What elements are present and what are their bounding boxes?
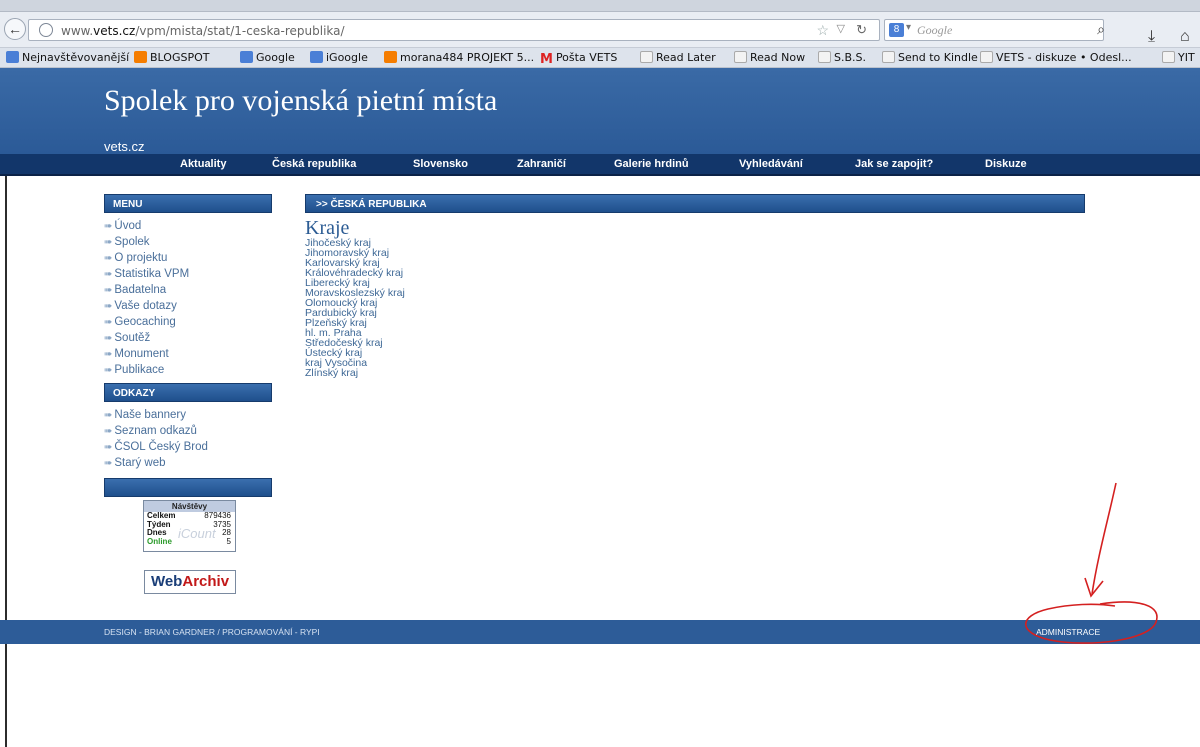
url-text: www.vets.cz/vpm/mista/stat/1-ceska-repub… [61, 24, 345, 38]
arrow-icon: ➠ [104, 285, 113, 296]
address-bar[interactable]: www.vets.cz/vpm/mista/stat/1-ceska-repub… [28, 19, 880, 41]
bookmark-star-icon[interactable]: ☆ [816, 22, 829, 39]
arrow-icon: ➠ [104, 333, 113, 344]
links-item[interactable]: ➠ Seznam odkazů [104, 425, 197, 437]
main-navigation: Aktuality Česká republika Slovensko Zahr… [0, 154, 1200, 176]
arrow-icon: ➠ [104, 458, 113, 469]
back-arrow-icon[interactable]: ← [4, 18, 26, 40]
page-icon [980, 51, 993, 63]
blogger-icon [384, 51, 397, 63]
menu-heading: MENU [104, 194, 272, 213]
arrow-icon: ➠ [104, 269, 113, 280]
links-item[interactable]: ➠ Starý web [104, 457, 166, 469]
menu-item[interactable]: ➠ Geocaching [104, 316, 176, 328]
links-item[interactable]: ➠ Naše bannery [104, 409, 186, 421]
site-title[interactable]: Spolek pro vojenská pietní místa [104, 86, 544, 116]
arrow-icon: ➠ [104, 349, 113, 360]
menu-item[interactable]: ➠ Úvod [104, 220, 141, 232]
page-icon [1162, 51, 1175, 63]
tab-strip [0, 0, 1200, 12]
arrow-icon: ➠ [104, 237, 113, 248]
arrow-icon: ➠ [104, 317, 113, 328]
page-icon [640, 51, 653, 63]
search-box[interactable]: 8 ▾ Google ⌕ [884, 19, 1105, 41]
menu-item[interactable]: ➠ Soutěž [104, 332, 150, 344]
admin-link[interactable]: ADMINISTRACE [1036, 627, 1100, 637]
arrow-icon: ➠ [104, 221, 113, 232]
page-icon [818, 51, 831, 63]
menu-item[interactable]: ➠ Monument [104, 348, 169, 360]
menu-item[interactable]: ➠ Publikace [104, 364, 164, 376]
annotation-arrow-head [1084, 577, 1104, 598]
links-heading: ODKAZY [104, 383, 272, 402]
google-engine-icon[interactable]: 8 [889, 23, 904, 37]
browser-window: ← www.vets.cz/vpm/mista/stat/1-ceska-rep… [0, 0, 1200, 747]
bookmark-item[interactable]: VETS - diskuze • Odesl... [980, 51, 1132, 65]
arrow-icon: ➠ [104, 426, 113, 437]
page-icon [734, 51, 747, 63]
gmail-icon: M [540, 52, 553, 67]
nav-slovensko[interactable]: Slovensko [413, 158, 468, 170]
engine-dropdown-icon[interactable]: ▾ [906, 22, 911, 33]
bookmark-item[interactable]: YIT [1162, 51, 1195, 65]
empty-heading [104, 478, 272, 497]
google-icon [240, 51, 253, 63]
nav-diskuze[interactable]: Diskuze [985, 158, 1027, 170]
bookmark-item[interactable]: M Pošta VETS [540, 51, 617, 67]
history-dropdown-icon[interactable]: ▽ [837, 22, 845, 35]
bookmarks-toolbar: Nejnavštěvovanější BLOGSPOT Google iGoog… [0, 48, 1200, 68]
counter-row: Online 5 [147, 536, 231, 546]
menu-item[interactable]: ➠ O projektu [104, 252, 167, 264]
region-link[interactable]: Zlínský kraj [305, 368, 405, 379]
bookmark-item[interactable]: Google [240, 51, 295, 65]
bookmark-item[interactable]: Read Later [640, 51, 716, 65]
menu-item[interactable]: ➠ Spolek [104, 236, 150, 248]
menu-item[interactable]: ➠ Statistika VPM [104, 268, 189, 280]
reload-icon[interactable]: ↻ [856, 22, 867, 38]
globe-icon [39, 23, 53, 37]
bookmark-item[interactable]: morana484 PROJEKT 5... [384, 51, 534, 65]
nav-galerie-hrdinu[interactable]: Galerie hrdinů [614, 158, 689, 170]
nav-aktuality[interactable]: Aktuality [180, 158, 226, 170]
nav-vyhledavani[interactable]: Vyhledávání [739, 158, 803, 170]
site-domain: vets.cz [104, 139, 145, 154]
arrow-icon: ➠ [104, 253, 113, 264]
arrow-icon: ➠ [104, 442, 113, 453]
search-placeholder: Google [917, 23, 953, 37]
download-icon[interactable]: ⤓ [1148, 28, 1155, 46]
menu-item[interactable]: ➠ Badatelna [104, 284, 166, 296]
arrow-icon: ➠ [104, 301, 113, 312]
visit-counter[interactable]: Návštěvy iCount Celkem 879436 Týden 3735 D… [143, 500, 236, 552]
bookmark-item[interactable]: Read Now [734, 51, 805, 65]
arrow-icon: ➠ [104, 410, 113, 421]
page-icon [882, 51, 895, 63]
site-banner: Spolek pro vojenská pietní místa vets.cz [0, 68, 1200, 154]
bookmark-item[interactable]: Nejnavštěvovanější [6, 51, 129, 65]
bookmarks-folder-icon [6, 51, 19, 63]
blogger-icon [134, 51, 147, 63]
menu-item[interactable]: ➠ Vaše dotazy [104, 300, 177, 312]
nav-jak-se-zapojit[interactable]: Jak se zapojit? [855, 158, 933, 170]
arrow-icon: ➠ [104, 365, 113, 376]
bookmark-item[interactable]: Send to Kindle [882, 51, 978, 65]
navigation-toolbar: ← www.vets.cz/vpm/mista/stat/1-ceska-rep… [0, 12, 1200, 48]
google-icon [310, 51, 323, 63]
region-list: Jihočeský kraj Jihomoravský kraj Karlova… [305, 238, 405, 379]
bookmark-item[interactable]: BLOGSPOT [134, 51, 209, 65]
nav-zahranici[interactable]: Zahraničí [517, 158, 566, 170]
content-heading: >> ČESKÁ REPUBLIKA [305, 194, 1085, 213]
bookmark-item[interactable]: S.B.S. [818, 51, 866, 65]
search-icon[interactable]: ⌕ [1097, 21, 1105, 38]
bookmark-item[interactable]: iGoogle [310, 51, 368, 65]
footer-credit[interactable]: DESIGN - BRIAN GARDNER / PROGRAMOVÁNÍ - … [104, 627, 320, 637]
nav-ceska-republika[interactable]: Česká republika [272, 158, 356, 170]
annotation-arrow [1091, 482, 1117, 595]
site-footer: DESIGN - BRIAN GARDNER / PROGRAMOVÁNÍ - … [0, 620, 1200, 644]
links-item[interactable]: ➠ ČSOL Český Brod [104, 441, 208, 453]
webarchiv-logo[interactable]: WebArchiv [144, 570, 236, 594]
home-icon[interactable]: ⌂ [1180, 28, 1190, 46]
